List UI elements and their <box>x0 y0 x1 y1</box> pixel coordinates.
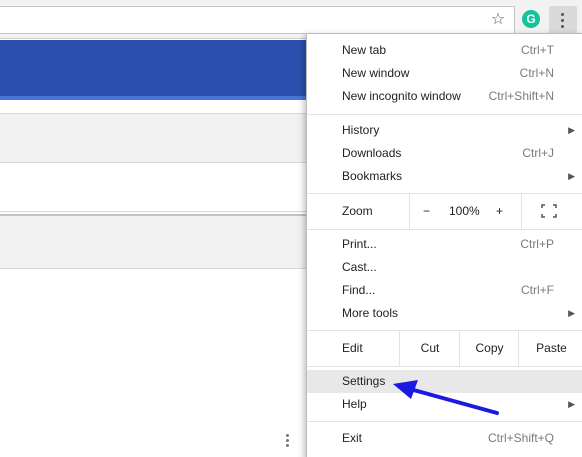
address-bar[interactable] <box>0 6 515 34</box>
three-dots-vertical-icon <box>561 13 565 31</box>
zoom-level: 100% <box>449 204 480 218</box>
menu-item-more-tools[interactable]: More tools ▶ <box>307 302 582 325</box>
menu-item-new-tab[interactable]: New tab Ctrl+T <box>307 39 582 62</box>
menu-item-shortcut: Ctrl+P <box>520 237 554 251</box>
copy-label: Copy <box>475 341 504 355</box>
menu-item-new-incognito-window[interactable]: New incognito window Ctrl+Shift+N <box>307 85 582 108</box>
menu-item-shortcut: Ctrl+N <box>519 66 554 80</box>
paste-label: Paste <box>536 341 567 355</box>
menu-item-label: Downloads <box>342 146 402 160</box>
star-icon[interactable]: ☆ <box>489 11 507 29</box>
submenu-arrow-icon: ▶ <box>568 171 575 181</box>
paste-button[interactable]: Paste <box>518 331 582 366</box>
menu-separator <box>307 114 582 115</box>
edit-label: Edit <box>342 341 363 355</box>
menu-item-label: New incognito window <box>342 89 461 103</box>
menu-separator <box>307 366 582 367</box>
menu-item-history[interactable]: History ▶ <box>307 119 582 142</box>
submenu-arrow-icon: ▶ <box>568 308 575 318</box>
menu-item-label: Cast... <box>342 260 377 274</box>
zoom-label: Zoom <box>342 204 373 218</box>
cut-label: Cut <box>420 341 440 355</box>
menu-item-label: More tools <box>342 306 399 320</box>
menu-separator <box>307 229 582 230</box>
menu-item-label: History <box>342 123 380 137</box>
menu-item-shortcut: Ctrl+J <box>522 146 554 160</box>
fullscreen-icon[interactable] <box>541 204 557 218</box>
menu-item-downloads[interactable]: Downloads Ctrl+J <box>307 142 582 165</box>
menu-item-label: Find... <box>342 283 376 297</box>
zoom-out-button[interactable]: − <box>423 194 430 229</box>
menu-item-label: Bookmarks <box>342 169 403 183</box>
submenu-arrow-icon: ▶ <box>568 399 575 409</box>
menu-item-shortcut: Ctrl+T <box>521 43 554 57</box>
menu-item-exit[interactable]: Exit Ctrl+Shift+Q <box>307 427 582 450</box>
menu-item-label: Exit <box>342 431 363 445</box>
menu-item-help[interactable]: Help ▶ <box>307 393 582 416</box>
menu-item-new-window[interactable]: New window Ctrl+N <box>307 62 582 85</box>
submenu-arrow-icon: ▶ <box>568 125 575 135</box>
menu-item-shortcut: Ctrl+Shift+N <box>488 89 554 103</box>
menu-item-cast[interactable]: Cast... <box>307 256 582 279</box>
menu-item-settings[interactable]: Settings <box>307 370 582 393</box>
menu-item-find[interactable]: Find... Ctrl+F <box>307 279 582 302</box>
menu-item-shortcut: Ctrl+F <box>521 283 554 297</box>
cut-button[interactable]: Cut <box>399 331 460 366</box>
browser-window: ☆ G New tab Ctrl+T New window Ctrl+N New… <box>0 0 582 457</box>
menu-item-label: Settings <box>342 374 386 388</box>
chrome-main-menu: New tab Ctrl+T New window Ctrl+N New inc… <box>306 33 582 457</box>
menu-item-print[interactable]: Print... Ctrl+P <box>307 233 582 256</box>
more-options-icon[interactable] <box>286 434 290 449</box>
copy-button[interactable]: Copy <box>459 331 519 366</box>
menu-item-label: Help <box>342 397 367 411</box>
zoom-divider <box>409 194 410 229</box>
zoom-in-button[interactable]: + <box>496 194 503 229</box>
menu-row-zoom: Zoom − 100% + <box>307 194 582 229</box>
menu-item-shortcut: Ctrl+Shift+Q <box>487 431 554 445</box>
menu-item-label: New window <box>342 66 410 80</box>
menu-separator <box>307 421 582 422</box>
grammarly-extension-icon[interactable]: G <box>522 10 540 28</box>
chrome-menu-button[interactable] <box>549 6 577 34</box>
menu-item-bookmarks[interactable]: Bookmarks ▶ <box>307 165 582 188</box>
menu-row-edit: Edit Cut Copy Paste <box>307 331 582 366</box>
zoom-divider <box>521 194 522 229</box>
menu-item-label: Print... <box>342 237 377 251</box>
menu-item-label: New tab <box>342 43 387 57</box>
